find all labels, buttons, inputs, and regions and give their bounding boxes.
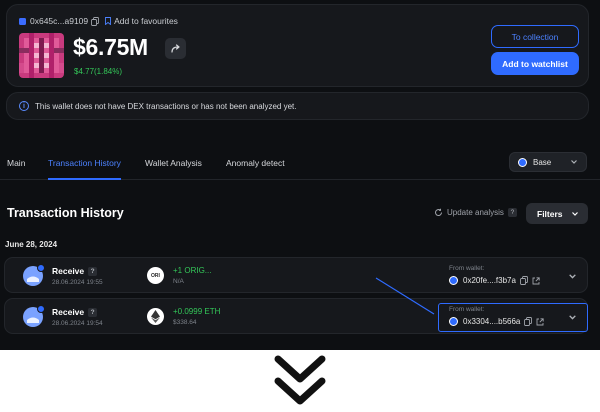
pointer-line <box>375 277 435 315</box>
wallet-app: 0x645c...a9109 Add to favourites $6.75M … <box>0 0 600 350</box>
double-chevron-down-icon <box>274 355 326 405</box>
